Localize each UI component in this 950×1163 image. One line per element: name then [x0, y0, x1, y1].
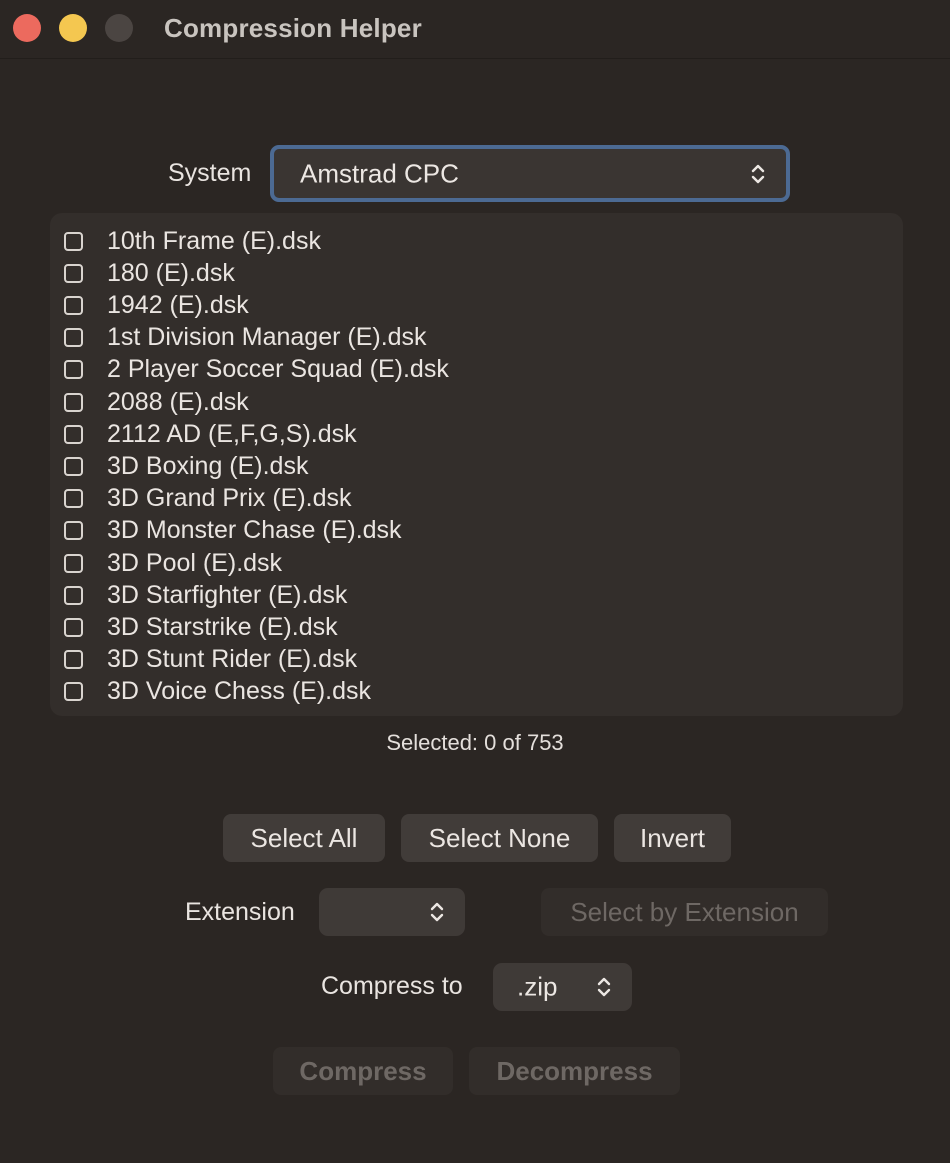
- file-name-label: 1942 (E).dsk: [107, 290, 249, 319]
- file-name-label: 3D Stunt Rider (E).dsk: [107, 645, 358, 674]
- file-name-label: 3D Pool (E).dsk: [107, 548, 283, 577]
- file-list[interactable]: 10th Frame (E).dsk 180 (E).dsk 1942 (E).ds…: [50, 213, 903, 716]
- file-name-label: 3D Boxing (E).dsk: [107, 451, 309, 480]
- file-name-label: 180 (E).dsk: [107, 258, 235, 287]
- file-checkbox[interactable]: [64, 424, 83, 444]
- chevron-up-down-icon: [751, 164, 765, 183]
- close-window-button[interactable]: [13, 14, 41, 42]
- file-checkbox[interactable]: [64, 617, 83, 637]
- file-name-label: 3D Monster Chase (E).dsk: [107, 516, 402, 545]
- minimize-window-button[interactable]: [59, 14, 87, 42]
- zoom-window-button[interactable]: [105, 14, 133, 42]
- file-list-item[interactable]: 2112 AD (E,F,G,S).dsk: [64, 418, 357, 450]
- window-title: Compression Helper: [164, 13, 422, 43]
- file-name-label: 10th Frame (E).dsk: [107, 226, 321, 255]
- file-list-item[interactable]: 3D Voice Chess (E).dsk: [64, 676, 371, 708]
- file-checkbox[interactable]: [64, 585, 83, 605]
- select-by-extension-button[interactable]: Select by Extension: [541, 888, 828, 936]
- file-name-label: 3D Starstrike (E).dsk: [107, 612, 338, 641]
- compression-helper-window: Compression Helper System Amstrad CPC 10…: [0, 0, 950, 1163]
- file-name-label: 2 Player Soccer Squad (E).dsk: [107, 355, 449, 384]
- file-checkbox[interactable]: [64, 521, 83, 541]
- file-name-label: 1st Division Manager (E).dsk: [107, 323, 427, 352]
- system-popup[interactable]: Amstrad CPC: [270, 145, 790, 202]
- file-checkbox[interactable]: [64, 456, 83, 476]
- compress-to-label: Compress to: [321, 972, 463, 1000]
- decompress-button[interactable]: Decompress: [469, 1047, 680, 1095]
- chevron-up-down-icon: [597, 977, 611, 997]
- file-list-item[interactable]: 3D Starfighter (E).dsk: [64, 579, 347, 611]
- file-name-label: 3D Voice Chess (E).dsk: [107, 677, 371, 706]
- file-name-label: 3D Grand Prix (E).dsk: [107, 484, 352, 513]
- file-checkbox[interactable]: [64, 650, 83, 670]
- chevron-up-down-icon: [430, 902, 444, 922]
- file-list-item[interactable]: 1st Division Manager (E).dsk: [64, 322, 427, 354]
- file-list-item[interactable]: 180 (E).dsk: [64, 257, 235, 289]
- file-list-item[interactable]: 10th Frame (E).dsk: [64, 225, 321, 257]
- title-bar[interactable]: Compression Helper: [0, 0, 950, 59]
- file-list-item[interactable]: 3D Starstrike (E).dsk: [64, 611, 338, 643]
- file-checkbox[interactable]: [64, 263, 83, 283]
- file-checkbox[interactable]: [64, 295, 83, 315]
- file-list-item[interactable]: 3D Grand Prix (E).dsk: [64, 483, 352, 515]
- file-checkbox[interactable]: [64, 328, 83, 348]
- file-list-item[interactable]: 3D Pool (E).dsk: [64, 547, 282, 579]
- file-checkbox[interactable]: [64, 553, 83, 573]
- file-checkbox[interactable]: [64, 392, 83, 412]
- file-name-label: 2088 (E).dsk: [107, 387, 249, 416]
- selected-count-label: Selected: 0 of 753: [386, 730, 564, 755]
- extension-popup[interactable]: [319, 888, 465, 936]
- file-name-label: 3D Starfighter (E).dsk: [107, 580, 348, 609]
- file-list-item[interactable]: 3D Stunt Rider (E).dsk: [64, 644, 357, 676]
- compress-format-popup[interactable]: .zip: [493, 963, 632, 1011]
- file-list-item[interactable]: 2088 (E).dsk: [64, 386, 249, 418]
- file-list-item[interactable]: 2 Player Soccer Squad (E).dsk: [64, 354, 449, 386]
- file-checkbox[interactable]: [64, 682, 83, 702]
- system-label: System: [168, 159, 252, 187]
- invert-button[interactable]: Invert: [614, 814, 731, 862]
- system-popup-value: Amstrad CPC: [300, 158, 459, 188]
- file-checkbox[interactable]: [64, 231, 83, 251]
- file-list-item[interactable]: 1942 (E).dsk: [64, 289, 249, 321]
- select-all-button[interactable]: Select All: [223, 814, 385, 862]
- compress-format-value: .zip: [517, 971, 558, 1002]
- file-checkbox[interactable]: [64, 360, 83, 380]
- extension-label: Extension: [185, 898, 295, 926]
- file-checkbox[interactable]: [64, 489, 83, 509]
- file-name-label: 2112 AD (E,F,G,S).dsk: [107, 419, 357, 448]
- file-list-item[interactable]: 3D Monster Chase (E).dsk: [64, 515, 402, 547]
- file-list-item[interactable]: 3D Boxing (E).dsk: [64, 450, 308, 482]
- compress-button[interactable]: Compress: [273, 1047, 453, 1095]
- select-none-button[interactable]: Select None: [401, 814, 598, 862]
